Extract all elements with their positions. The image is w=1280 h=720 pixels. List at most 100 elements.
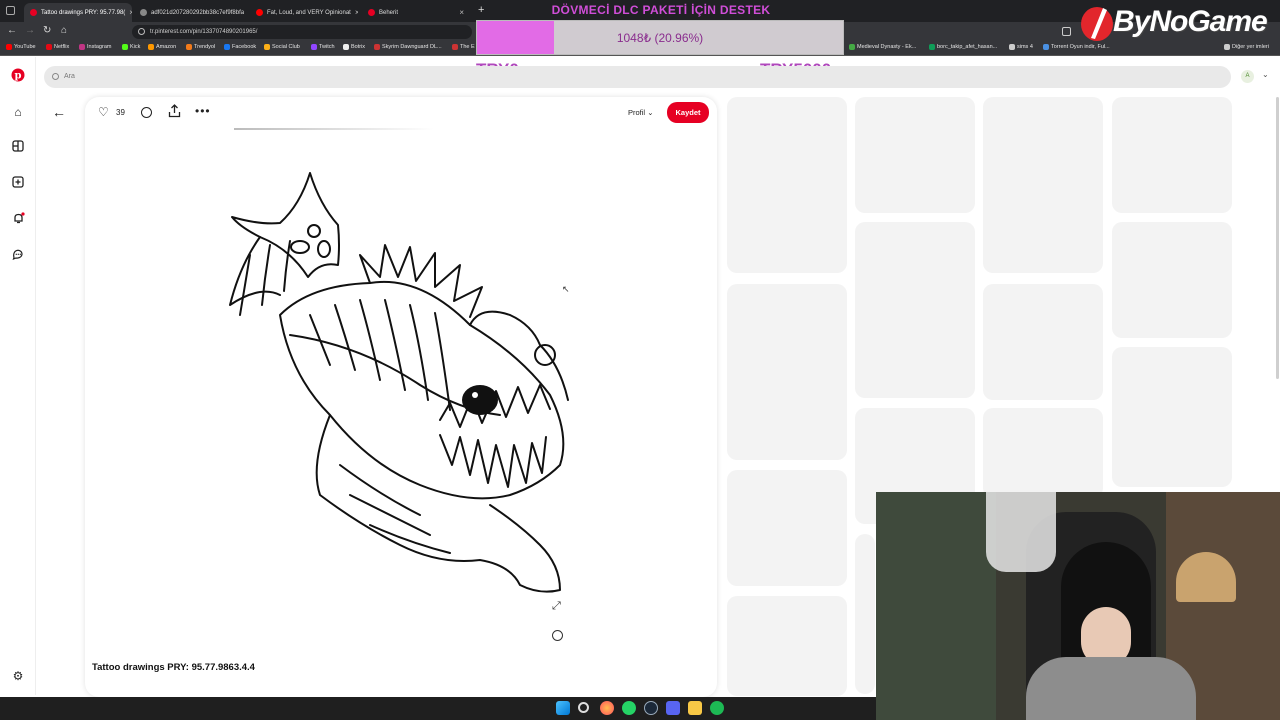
chevron-down-icon[interactable]: ⌄ xyxy=(1262,70,1269,79)
like-heart-icon[interactable]: ♡ xyxy=(98,105,109,119)
pin-placeholder[interactable] xyxy=(727,97,847,273)
bookmark-botrix[interactable]: Botrix xyxy=(343,44,365,50)
webcam-shirt-rack xyxy=(986,492,1056,572)
bookmark-amazon[interactable]: Amazon xyxy=(148,44,176,50)
bookmark-label: Kick xyxy=(130,44,141,50)
close-icon[interactable]: × xyxy=(459,8,464,17)
back-icon[interactable]: ← xyxy=(7,25,17,36)
tab-label: Tattoo drawings PRY: 95.77.98( xyxy=(41,9,126,16)
create-icon[interactable] xyxy=(10,176,26,192)
bynogame-logo: ByNoGame xyxy=(1075,2,1280,44)
bookmark-the-e[interactable]: The E xyxy=(452,44,475,50)
settings-gear-icon[interactable]: ⚙ xyxy=(10,668,26,684)
bookmark-label: YouTube xyxy=(14,44,36,50)
bookmark-label: Diğer yer imleri xyxy=(1232,44,1269,50)
home-icon[interactable]: ⌂ xyxy=(10,104,26,120)
pin-placeholder[interactable] xyxy=(727,470,847,586)
url-field[interactable]: tr.pinterest.com/pin/1337074890201965/ xyxy=(132,25,472,39)
bookmark-facebook[interactable]: Facebook xyxy=(224,44,256,50)
page-favicon-icon xyxy=(849,44,855,50)
page-scrollbar[interactable] xyxy=(1276,97,1279,379)
bookmark-borc-takip[interactable]: borc_takip_afet_hasan... xyxy=(929,44,997,50)
site-info-icon[interactable] xyxy=(138,28,145,35)
more-options-icon[interactable]: ••• xyxy=(195,104,211,118)
tab-label: adf021d207280292bb38c7ef9f8bfa xyxy=(151,9,244,16)
back-arrow-icon[interactable]: ← xyxy=(52,104,66,120)
visual-search-icon[interactable] xyxy=(552,630,563,641)
bookmark-trendyol[interactable]: Trendyol xyxy=(186,44,215,50)
bookmark-torrent[interactable]: Torrent Oyun indir, Ful... xyxy=(1043,44,1110,50)
spotify-icon[interactable] xyxy=(710,701,724,715)
search-input[interactable]: Ara xyxy=(44,66,1231,88)
bookmark-sims4[interactable]: sims 4 xyxy=(1009,44,1033,50)
pin-placeholder[interactable] xyxy=(727,596,847,696)
pin-placeholder[interactable] xyxy=(1112,222,1232,338)
close-icon[interactable]: × xyxy=(129,8,132,17)
bookmark-youtube[interactable]: YouTube xyxy=(6,44,36,50)
donation-goal-title: DÖVMECİ DLC PAKETİ İÇİN DESTEK xyxy=(551,3,771,17)
pin-placeholder[interactable] xyxy=(983,408,1103,498)
pin-placeholder[interactable] xyxy=(983,97,1103,273)
bookmark-medieval-dynasty[interactable]: Medieval Dynasty - Ek... xyxy=(849,44,916,50)
save-button[interactable]: Kaydet xyxy=(667,102,709,123)
youtube-icon xyxy=(6,44,12,50)
facebook-icon xyxy=(224,44,230,50)
tab-youtube[interactable]: Fat, Loud, and VERY Opinionat × xyxy=(250,3,358,22)
notifications-icon[interactable] xyxy=(10,212,26,228)
close-icon[interactable]: × xyxy=(355,8,358,17)
discord-icon[interactable] xyxy=(666,701,680,715)
comment-icon[interactable] xyxy=(141,107,152,118)
home-icon[interactable]: ⌂ xyxy=(61,25,67,36)
pin-placeholder[interactable] xyxy=(1112,97,1232,213)
search-placeholder: Ara xyxy=(64,73,75,80)
avatar[interactable]: A xyxy=(1241,70,1254,83)
profile-label: Profil xyxy=(628,108,646,117)
pin-placeholder[interactable] xyxy=(855,534,875,694)
twitch-icon xyxy=(311,44,317,50)
sheets-icon xyxy=(929,44,935,50)
pinterest-favicon-icon xyxy=(30,9,37,16)
bookmark-skyrim[interactable]: Skyrim Dawnguard DL... xyxy=(374,44,442,50)
bookmark-social-club[interactable]: Social Club xyxy=(264,44,300,50)
youtube-favicon-icon xyxy=(256,9,263,16)
tab-search-icon[interactable] xyxy=(6,6,15,15)
profile-dropdown[interactable]: Profil ⌄ xyxy=(628,108,653,117)
share-icon[interactable] xyxy=(168,104,181,123)
forward-icon[interactable]: → xyxy=(25,25,35,36)
explore-icon[interactable] xyxy=(10,140,26,156)
expand-icon[interactable]: ⤢ xyxy=(552,600,561,613)
steam-icon[interactable] xyxy=(644,701,658,715)
folder-icon xyxy=(1009,44,1015,50)
messages-icon[interactable] xyxy=(10,248,26,264)
pinterest-logo-icon[interactable]: p xyxy=(10,68,26,84)
url-text: tr.pinterest.com/pin/1337074890201965/ xyxy=(150,29,258,35)
tab-pinterest[interactable]: Tattoo drawings PRY: 95.77.98( × xyxy=(24,3,132,22)
pin-placeholder[interactable] xyxy=(727,284,847,460)
taskbar xyxy=(0,697,876,720)
bookmark-netflix[interactable]: Netflix xyxy=(46,44,69,50)
tab-adf[interactable]: adf021d207280292bb38c7ef9f8bfa × xyxy=(134,3,244,22)
tattoo-anglerfish-image[interactable] xyxy=(220,165,580,605)
search-icon[interactable] xyxy=(578,702,589,713)
bookmark-twitch[interactable]: Twitch xyxy=(311,44,335,50)
reload-icon[interactable]: ↻ xyxy=(43,25,51,36)
donation-progress-bar: 1048₺ (20.96%) xyxy=(476,20,844,55)
pin-placeholder[interactable] xyxy=(855,222,975,398)
tab-beherit[interactable]: Beherit × xyxy=(362,3,470,22)
bookmark-instagram[interactable]: Instagram xyxy=(79,44,111,50)
bookmark-label: Facebook xyxy=(232,44,257,50)
whatsapp-icon[interactable] xyxy=(622,701,636,715)
bookmark-other[interactable]: Diğer yer imleri xyxy=(1224,44,1269,50)
pin-placeholder[interactable] xyxy=(1112,347,1232,487)
pinterest-favicon-icon xyxy=(368,9,375,16)
image-top-divider xyxy=(234,128,434,130)
firefox-icon[interactable] xyxy=(600,701,614,715)
extensions-icon[interactable] xyxy=(1062,27,1071,36)
pin-placeholder[interactable] xyxy=(983,284,1103,400)
svg-text:p: p xyxy=(15,71,22,82)
bookmark-label: Social Club xyxy=(272,44,300,50)
bookmark-kick[interactable]: Kick xyxy=(122,44,140,50)
file-explorer-icon[interactable] xyxy=(688,701,702,715)
pin-placeholder[interactable] xyxy=(855,97,975,213)
windows-start-icon[interactable] xyxy=(556,701,570,715)
